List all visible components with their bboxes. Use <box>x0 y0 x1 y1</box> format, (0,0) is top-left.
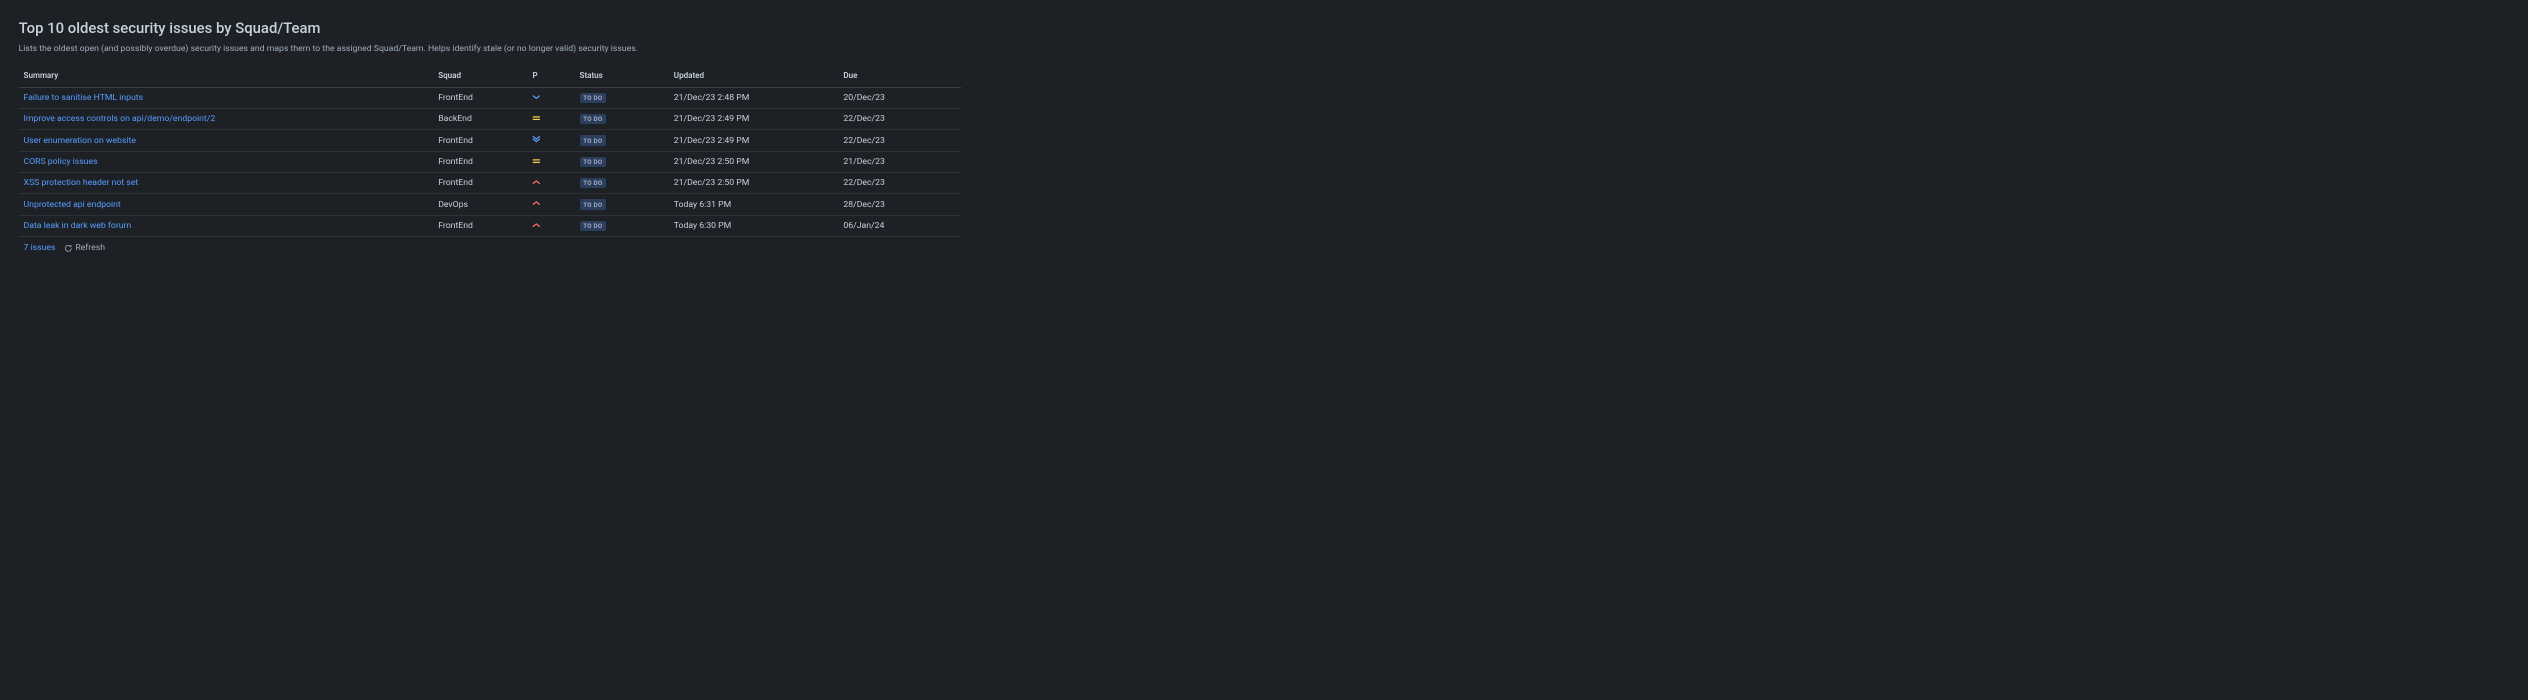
issue-status-badge[interactable]: TO DO <box>580 199 607 209</box>
page-title: Top 10 oldest security issues by Squad/T… <box>19 19 961 37</box>
col-updated-header[interactable]: Updated <box>669 65 839 87</box>
table-row: Data leak in dark web forum FrontEnd TO DO… <box>19 215 961 236</box>
table-row: Improve access controls on api/demo/endp… <box>19 108 961 129</box>
issue-updated: 21/Dec/23 2:50 PM <box>669 173 839 194</box>
issue-due: 22/Dec/23 <box>838 108 961 129</box>
issue-summary-link[interactable]: XSS protection header not set <box>24 178 139 188</box>
col-status-header[interactable]: Status <box>575 65 669 87</box>
issue-due: 22/Dec/23 <box>838 130 961 151</box>
issue-due: 22/Dec/23 <box>838 173 961 194</box>
issue-summary-link[interactable]: Failure to sanitise HTML inputs <box>24 93 144 103</box>
issue-summary-link[interactable]: CORS policy issues <box>24 157 98 167</box>
table-row: User enumeration on website FrontEnd TO DO… <box>19 130 961 151</box>
table-row: Unprotected api endpoint DevOps TO DO Today… <box>19 194 961 215</box>
issue-due: 28/Dec/23 <box>838 194 961 215</box>
issue-updated: Today 6:30 PM <box>669 215 839 236</box>
table-footer: 7 issues Refresh <box>19 237 961 259</box>
table-row: XSS protection header not set FrontEnd TO … <box>19 173 961 194</box>
issue-status-badge[interactable]: TO DO <box>580 221 607 231</box>
col-priority-header[interactable]: P <box>527 65 574 87</box>
issue-squad: DevOps <box>433 194 527 215</box>
issue-priority <box>527 130 574 151</box>
issue-updated: 21/Dec/23 2:49 PM <box>669 130 839 151</box>
issue-count-link[interactable]: 7 issues <box>24 243 56 253</box>
refresh-button[interactable]: Refresh <box>64 243 105 253</box>
priority-medium-icon <box>532 115 541 121</box>
refresh-label: Refresh <box>75 243 105 253</box>
priority-lowest-icon <box>532 136 541 142</box>
priority-high-icon <box>532 200 541 206</box>
table-row: Failure to sanitise HTML inputs FrontEnd T… <box>19 87 961 108</box>
refresh-icon <box>64 244 73 253</box>
issue-priority <box>527 173 574 194</box>
issue-status-badge[interactable]: TO DO <box>580 114 607 124</box>
issue-squad: FrontEnd <box>433 215 527 236</box>
issue-priority <box>527 151 574 172</box>
col-squad-header[interactable]: Squad <box>433 65 527 87</box>
col-due-header[interactable]: Due <box>838 65 961 87</box>
issues-table: Summary Squad P Status Updated Due Failu… <box>19 65 961 237</box>
issue-priority <box>527 108 574 129</box>
issue-squad: BackEnd <box>433 108 527 129</box>
issue-due: 20/Dec/23 <box>838 87 961 108</box>
priority-high-icon <box>532 179 541 185</box>
issue-priority <box>527 87 574 108</box>
issue-priority <box>527 215 574 236</box>
issue-due: 21/Dec/23 <box>838 151 961 172</box>
issue-squad: FrontEnd <box>433 151 527 172</box>
issue-summary-link[interactable]: Data leak in dark web forum <box>24 221 132 231</box>
priority-high-icon <box>532 222 541 228</box>
issue-summary-link[interactable]: Improve access controls on api/demo/endp… <box>24 114 216 124</box>
issue-status-badge[interactable]: TO DO <box>580 135 607 145</box>
issue-updated: 21/Dec/23 2:50 PM <box>669 151 839 172</box>
priority-medium-icon <box>532 158 541 164</box>
priority-low-icon <box>532 94 541 100</box>
issue-squad: FrontEnd <box>433 130 527 151</box>
issue-due: 06/Jan/24 <box>838 215 961 236</box>
issue-updated: 21/Dec/23 2:48 PM <box>669 87 839 108</box>
issue-status-badge[interactable]: TO DO <box>580 93 607 103</box>
issue-updated: Today 6:31 PM <box>669 194 839 215</box>
page-description: Lists the oldest open (and possibly over… <box>19 44 961 54</box>
issue-priority <box>527 194 574 215</box>
issue-squad: FrontEnd <box>433 87 527 108</box>
issue-squad: FrontEnd <box>433 173 527 194</box>
issue-updated: 21/Dec/23 2:49 PM <box>669 108 839 129</box>
issue-summary-link[interactable]: User enumeration on website <box>24 136 136 146</box>
issue-status-badge[interactable]: TO DO <box>580 157 607 167</box>
issue-summary-link[interactable]: Unprotected api endpoint <box>24 200 121 210</box>
table-row: CORS policy issues FrontEnd TO DO 21/Dec/23… <box>19 151 961 172</box>
col-summary-header[interactable]: Summary <box>19 65 434 87</box>
issue-status-badge[interactable]: TO DO <box>580 178 607 188</box>
